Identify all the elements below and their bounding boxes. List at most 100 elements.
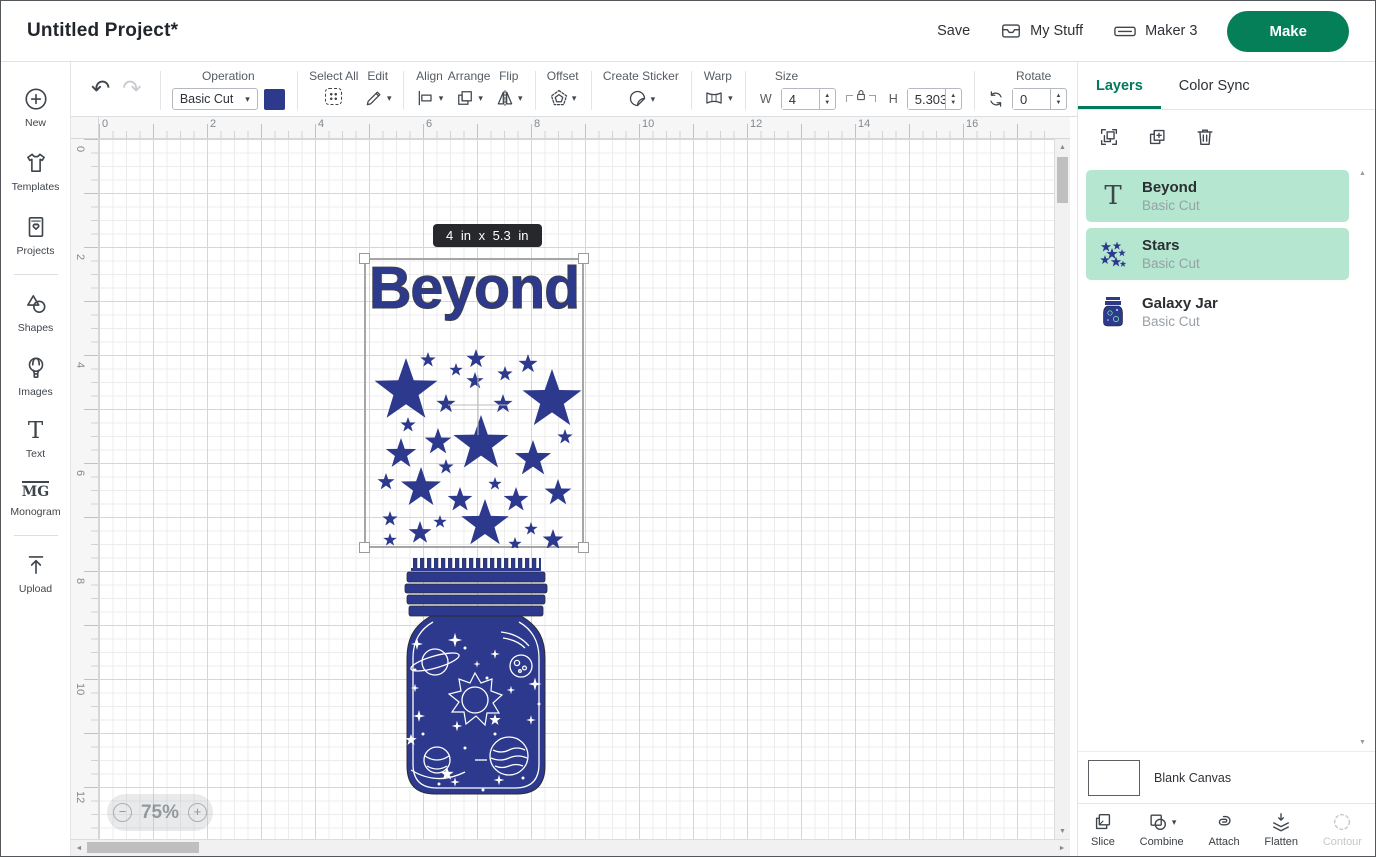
chevron-down-icon: ▾ [478, 93, 483, 103]
layer-row-stars[interactable]: Stars Basic Cut [1086, 228, 1349, 280]
zoom-level: 75% [141, 802, 179, 824]
canvas-vertical-scrollbar[interactable]: ▲ ▼ [1054, 139, 1070, 839]
selection-handle[interactable] [578, 253, 589, 264]
rotate-icon[interactable] [986, 89, 1006, 109]
height-input[interactable] [908, 89, 945, 109]
align-group[interactable]: Align ▾ [416, 69, 444, 108]
zoom-in-button[interactable]: + [188, 803, 207, 822]
flip-group[interactable]: Flip ▾ [495, 69, 523, 108]
width-input[interactable] [782, 89, 819, 109]
shapes-icon [23, 291, 49, 317]
height-stepper[interactable]: ▲ ▼ [945, 89, 961, 109]
h-ruler-label: 16 [966, 118, 978, 130]
canvas-area: 0 2 4 6 8 10 12 14 16 0 2 [71, 117, 1070, 856]
tab-layers[interactable]: Layers [1078, 62, 1161, 109]
selection-handle[interactable] [578, 542, 589, 553]
sidebar-item-monogram[interactable]: MG Monogram [1, 471, 70, 529]
delete-button[interactable] [1194, 126, 1216, 148]
rotate-input-box: ▲ ▼ [1012, 88, 1067, 110]
vertical-scroll-thumb[interactable] [1057, 157, 1068, 203]
create-sticker-group[interactable]: Create Sticker ▾ [603, 69, 679, 109]
sidebar-item-text[interactable]: T Text [1, 409, 70, 471]
rotate-input[interactable] [1013, 89, 1050, 109]
layer-color-swatch[interactable] [264, 89, 285, 110]
layer-row-beyond[interactable]: T Beyond Basic Cut [1086, 170, 1349, 222]
layers-panel: Layers Color Sync T Beyond [1077, 62, 1375, 856]
warp-group[interactable]: Warp ▾ [703, 69, 733, 108]
sidebar-item-shapes[interactable]: Shapes [1, 281, 70, 345]
combine-button[interactable]: ▾ Combine [1140, 811, 1184, 856]
align-icon [416, 88, 436, 108]
redo-button[interactable]: ↷ [116, 69, 147, 101]
canvas-horizontal-scrollbar[interactable]: ◄ ► [71, 839, 1070, 856]
flatten-button[interactable]: Flatten [1264, 811, 1298, 856]
zoom-out-button[interactable]: − [113, 803, 132, 822]
sidebar-item-new[interactable]: New [1, 76, 70, 140]
scroll-down-arrow[interactable]: ▼ [1055, 823, 1070, 839]
machine-button[interactable]: Maker 3 [1113, 20, 1197, 42]
step-down-icon: ▼ [824, 100, 830, 106]
combine-icon [1147, 811, 1169, 833]
size-group: Size W ▲ ▼ [757, 69, 962, 110]
sidebar-divider [14, 535, 58, 536]
layers-list-scrollbar[interactable]: ▲ ▼ [1356, 166, 1369, 749]
canvas-color-swatch[interactable] [1088, 760, 1140, 796]
arrange-group[interactable]: Arrange ▾ [448, 69, 491, 108]
horizontal-scroll-thumb[interactable] [87, 842, 199, 853]
sidebar-item-templates[interactable]: Templates [1, 140, 70, 204]
width-stepper[interactable]: ▲ ▼ [819, 89, 835, 109]
contour-button[interactable]: Contour [1323, 811, 1362, 856]
trash-icon [1194, 126, 1216, 148]
v-ruler-label: 4 [74, 359, 86, 371]
offset-icon [549, 88, 569, 108]
sidebar-item-upload[interactable]: Upload [1, 542, 70, 606]
scroll-up-arrow[interactable]: ▲ [1356, 166, 1369, 180]
chevron-down-icon: ▾ [728, 93, 733, 103]
offset-group[interactable]: Offset ▾ [547, 69, 579, 108]
save-button[interactable]: Save [937, 23, 970, 39]
sidebar-item-projects[interactable]: Projects [1, 204, 70, 268]
duplicate-button[interactable] [1146, 126, 1168, 148]
group-button[interactable] [1098, 126, 1120, 148]
edit-group[interactable]: Edit ▾ [364, 69, 392, 108]
panel-tabs: Layers Color Sync [1078, 62, 1375, 110]
arrange-icon [455, 88, 475, 108]
selection-handle[interactable] [359, 253, 370, 264]
operation-select[interactable]: Basic Cut ▾ [172, 88, 258, 110]
my-stuff-button[interactable]: My Stuff [1000, 20, 1083, 42]
tab-color-sync[interactable]: Color Sync [1161, 62, 1268, 109]
pencil-icon [364, 88, 384, 108]
left-sidebar: New Templates Projects Shapes Images T [1, 62, 71, 856]
slice-button[interactable]: Slice [1091, 811, 1115, 856]
canvas-background-row: Blank Canvas [1078, 751, 1375, 803]
vertical-ruler: 0 2 4 6 8 10 12 [71, 139, 99, 839]
rotate-stepper[interactable]: ▲ ▼ [1050, 89, 1066, 109]
select-all-group[interactable]: Select All [309, 69, 358, 105]
attach-button[interactable]: Attach [1208, 811, 1239, 856]
sticker-icon [627, 88, 648, 109]
step-up-icon: ▲ [1056, 93, 1062, 99]
undo-button[interactable]: ↶ [85, 69, 116, 101]
stars-layer-thumbnail [1094, 240, 1132, 268]
sidebar-item-images[interactable]: Images [1, 345, 70, 409]
size-lock-button[interactable] [846, 84, 876, 103]
selection-bounding-box[interactable]: Beyond [364, 258, 584, 548]
scroll-right-arrow[interactable]: ► [1054, 840, 1070, 856]
scroll-up-arrow[interactable]: ▲ [1055, 139, 1070, 155]
scroll-down-arrow[interactable]: ▼ [1356, 735, 1369, 749]
scroll-left-arrow[interactable]: ◄ [71, 840, 87, 856]
chevron-down-icon: ▾ [1172, 817, 1177, 827]
operation-group: Operation Basic Cut ▾ [172, 69, 285, 110]
layer-row-galaxy-jar[interactable]: Galaxy Jar Basic Cut [1086, 286, 1349, 338]
stars-layer[interactable] [366, 260, 586, 548]
chevron-down-icon: ▾ [387, 93, 392, 103]
hot-air-balloon-icon [23, 355, 49, 381]
h-ruler-label: 2 [210, 118, 216, 130]
design-canvas[interactable]: 4 in x 5.3 in Beyond [99, 139, 1054, 839]
galaxy-jar-layer[interactable] [399, 558, 553, 803]
v-ruler-label: 0 [74, 143, 86, 155]
make-button[interactable]: Make [1227, 11, 1349, 52]
chevron-down-icon: ▾ [245, 94, 250, 104]
selection-handle[interactable] [359, 542, 370, 553]
width-input-box: ▲ ▼ [781, 88, 836, 110]
